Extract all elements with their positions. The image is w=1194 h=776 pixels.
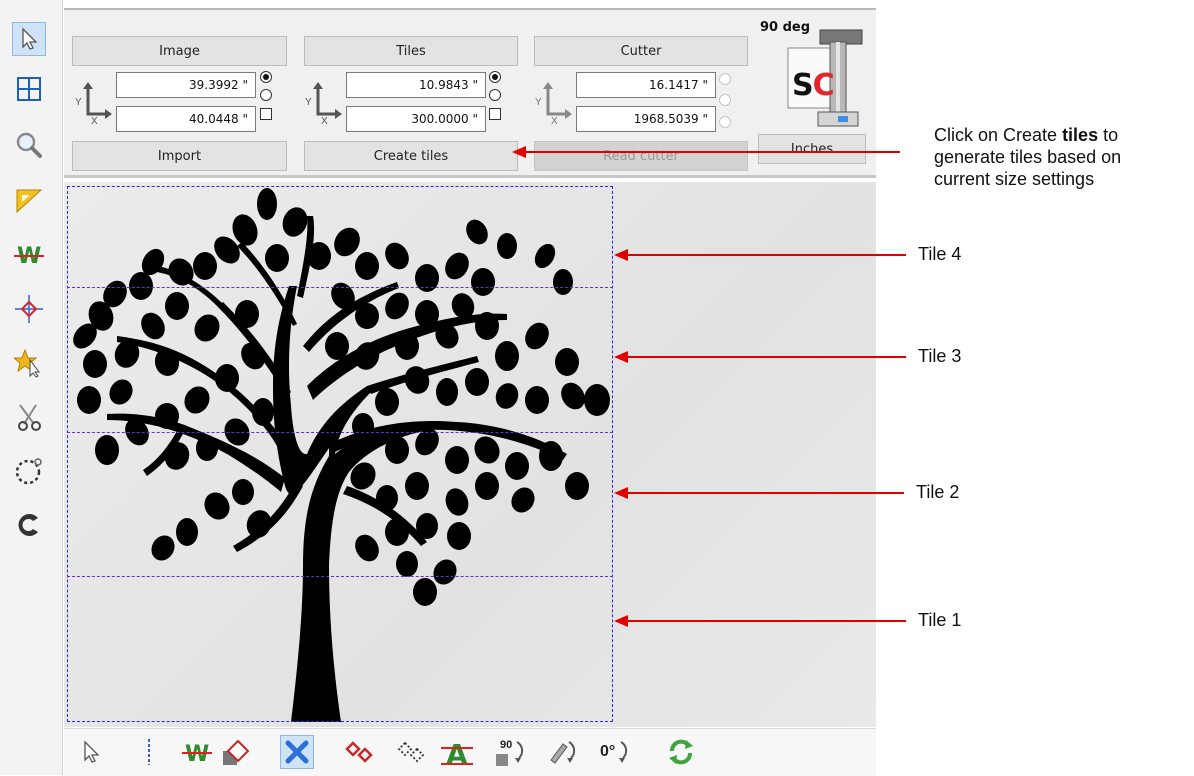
rotate-0-label: 0°	[600, 743, 616, 760]
image-y-field[interactable]: 40.0448 "	[116, 106, 256, 132]
tile-divider-2-3	[67, 432, 613, 433]
cutter-radio-3[interactable]	[719, 116, 731, 128]
tile1-arrowhead	[614, 615, 628, 627]
image-x-field[interactable]: 39.3992 "	[116, 72, 256, 98]
cutter-x-field[interactable]: 16.1417 "	[576, 72, 716, 98]
tile2-label: Tile 2	[916, 482, 960, 502]
tile3-arrowhead	[614, 351, 628, 363]
cutter-y-field[interactable]: 1968.5039 "	[576, 106, 716, 132]
image-radio-1[interactable]	[260, 71, 272, 83]
logo-text: SC	[792, 68, 835, 103]
tile-divider-1-2	[67, 576, 613, 577]
cutter-title: Cutter	[534, 36, 748, 66]
cutter-radio-2[interactable]	[719, 94, 731, 106]
xy-axis-icon: Y X	[534, 80, 574, 127]
logo-s: S	[792, 68, 814, 103]
tile3-label: Tile 3	[918, 346, 962, 366]
text-a-icon[interactable]: A	[440, 735, 474, 769]
inches-button[interactable]: Inches	[758, 134, 866, 164]
tile1-label: Tile 1	[918, 610, 962, 630]
red-diamonds-icon[interactable]	[342, 735, 376, 769]
axis-x-label: X	[91, 116, 98, 127]
tile4-arrow	[626, 254, 906, 256]
tile4-label: Tile 4	[918, 244, 962, 264]
tile2-arrow	[626, 492, 904, 494]
logo-c: C	[812, 68, 835, 103]
axis-x-label: X	[321, 116, 328, 127]
create-tiles-bold: tiles	[1062, 125, 1099, 145]
grid-tiles-icon[interactable]	[12, 72, 46, 106]
c-logo-icon[interactable]	[12, 508, 46, 542]
create-tiles-prefix: Click on Create	[934, 125, 1063, 145]
create-tiles-line3: current size settings	[934, 169, 1095, 189]
axis-y-label: Y	[535, 97, 542, 108]
magnifier-icon[interactable]	[12, 128, 46, 162]
sc-logo[interactable]: SC	[780, 28, 866, 132]
tile4-arrowhead	[614, 249, 628, 261]
tiles-radio-2[interactable]	[489, 89, 501, 101]
tiles-title: Tiles	[304, 36, 518, 66]
crosshair-icon[interactable]	[12, 292, 46, 326]
weld-w-icon[interactable]: W	[12, 238, 46, 272]
create-tiles-annotation: Click on Create tiles to generate tiles …	[934, 124, 1121, 190]
divider-line-icon	[132, 735, 166, 769]
rotate-90-icon[interactable]: 90	[492, 735, 526, 769]
create-tiles-arrowhead	[512, 146, 526, 158]
create-tiles-button[interactable]: Create tiles	[304, 141, 518, 171]
tile1-arrow	[626, 620, 906, 622]
tile3-arrow	[626, 356, 906, 358]
left-toolbar: W	[0, 0, 63, 775]
dotted-circle-cut-icon[interactable]	[12, 454, 46, 488]
tiles-group: Tiles Y X 10.9843 " 300.0000 " Create ti…	[302, 24, 522, 174]
image-group: Image Y X 39.3992 " 40.0448 " Import	[72, 24, 292, 174]
select-arrow-icon[interactable]	[12, 22, 46, 56]
axis-x-label: X	[551, 116, 558, 127]
import-button[interactable]: Import	[72, 141, 287, 171]
shape-combine-icon[interactable]	[218, 735, 252, 769]
create-tiles-suffix: to	[1098, 125, 1119, 145]
image-radio-2[interactable]	[260, 89, 272, 101]
weld-w-icon[interactable]: W	[180, 735, 214, 769]
ruler-triangle-icon[interactable]	[12, 184, 46, 218]
rotate-pen-icon[interactable]	[544, 735, 578, 769]
refresh-icon[interactable]	[664, 735, 698, 769]
axis-y-label: Y	[305, 97, 312, 108]
tile-frame	[67, 186, 613, 722]
bottom-toolbar: W A 90 0°	[64, 728, 876, 776]
create-tiles-line2: generate tiles based on	[934, 147, 1122, 167]
tiles-x-field[interactable]: 10.9843 "	[346, 72, 486, 98]
tiles-radio-1[interactable]	[489, 71, 501, 83]
xy-axis-icon: Y X	[304, 80, 344, 127]
image-checkbox[interactable]	[260, 108, 272, 120]
cutter-radio-1[interactable]	[719, 73, 731, 85]
axis-y-label: Y	[75, 97, 82, 108]
create-tiles-arrow	[524, 151, 900, 153]
tiles-y-field[interactable]: 300.0000 "	[346, 106, 486, 132]
create-tiles-line1: Click on Create tiles to	[934, 124, 1121, 146]
select-arrow-icon[interactable]	[74, 735, 108, 769]
rotate-0-icon[interactable]: 0°	[596, 735, 630, 769]
tiles-checkbox[interactable]	[489, 108, 501, 120]
outline-diamonds-icon[interactable]	[394, 735, 428, 769]
tile-divider-3-4	[67, 287, 613, 288]
read-cutter-button[interactable]: Read cutter	[534, 141, 748, 171]
rotate-90-label: 90	[500, 739, 513, 751]
tile2-arrowhead	[614, 487, 628, 499]
xy-axis-icon: Y X	[74, 80, 114, 127]
image-title: Image	[72, 36, 287, 66]
cross-icon[interactable]	[280, 735, 314, 769]
scissors-icon[interactable]	[12, 400, 46, 434]
star-select-icon[interactable]	[12, 346, 46, 380]
